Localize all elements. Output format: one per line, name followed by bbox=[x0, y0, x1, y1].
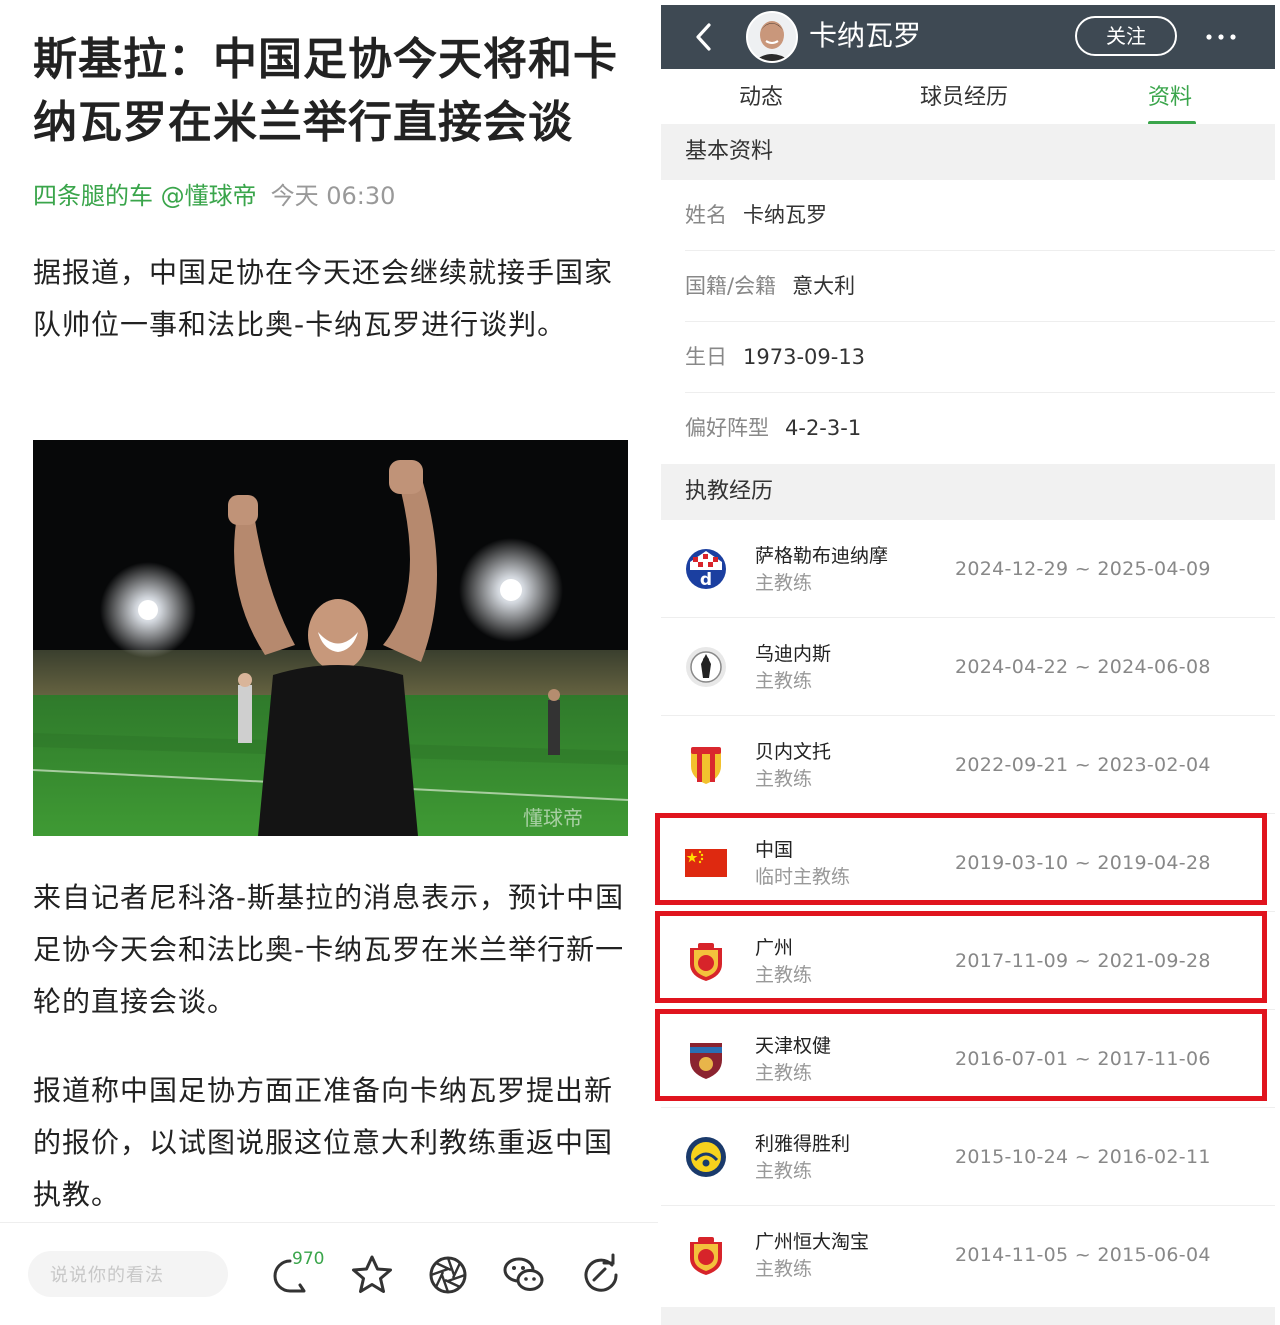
career-team: 乌迪内斯 bbox=[755, 643, 832, 665]
repost-icon[interactable] bbox=[578, 1253, 622, 1297]
avatar[interactable] bbox=[746, 11, 798, 63]
section-header-coaching-history: 执教经历 bbox=[661, 464, 1275, 520]
highlight-box-china bbox=[655, 813, 1267, 905]
star-icon[interactable] bbox=[350, 1253, 394, 1297]
comment-count: 970 bbox=[292, 1249, 325, 1269]
info-row-nationality: 国籍/会籍 意大利 bbox=[685, 251, 1275, 322]
article-author[interactable]: 四条腿的车 @懂球帝 bbox=[33, 182, 257, 210]
profile-tabs: 动态 球员经历 资料 bbox=[661, 69, 1275, 129]
profile-name: 卡纳瓦罗 bbox=[809, 19, 922, 52]
info-label: 生日 bbox=[685, 345, 727, 369]
highlight-box-tianjin bbox=[655, 1009, 1267, 1101]
info-label: 偏好阵型 bbox=[685, 416, 769, 440]
profile-header: 卡纳瓦罗 关注 bbox=[661, 5, 1275, 69]
article-title: 斯基拉：中国足协今天将和卡纳瓦罗在米兰举行直接会谈 bbox=[33, 34, 618, 148]
info-row-birthday: 生日 1973-09-13 bbox=[685, 322, 1275, 393]
career-role: 主教练 bbox=[755, 768, 813, 790]
info-value: 1973-09-13 bbox=[743, 345, 866, 369]
al-nassr-logo bbox=[686, 1137, 726, 1177]
tab-dynamics[interactable]: 动态 bbox=[739, 83, 783, 113]
tab-player-career[interactable]: 球员经历 bbox=[920, 83, 1008, 113]
career-row[interactable]: 利雅得胜利 主教练 2015-10-24 ~ 2016-02-11 bbox=[661, 1108, 1275, 1206]
info-value: 4-2-3-1 bbox=[785, 416, 862, 440]
career-row[interactable]: 乌迪内斯 主教练 2024-04-22 ~ 2024-06-08 bbox=[661, 618, 1275, 716]
career-row[interactable]: 广州恒大淘宝 主教练 2014-11-05 ~ 2015-06-04 bbox=[661, 1206, 1275, 1304]
article-paragraph: 报道称中国足协方面正准备向卡纳瓦罗提出新的报价，以试图说服这位意大利教练重返中国… bbox=[33, 1074, 614, 1211]
career-dates: 2024-04-22 ~ 2024-06-08 bbox=[955, 656, 1211, 678]
benevento-logo bbox=[691, 747, 721, 784]
article-bottom-bar: 说说你的看法 970 bbox=[0, 1222, 658, 1325]
guangzhou-evergrande-logo bbox=[690, 1237, 722, 1275]
article-time: 今天 06:30 bbox=[270, 182, 396, 210]
career-dates: 2024-12-29 ~ 2025-04-09 bbox=[955, 558, 1211, 580]
career-row[interactable]: 贝内文托 主教练 2022-09-21 ~ 2023-02-04 bbox=[661, 716, 1275, 814]
career-role: 主教练 bbox=[755, 572, 813, 594]
follow-button[interactable]: 关注 bbox=[1075, 16, 1177, 56]
career-role: 主教练 bbox=[755, 670, 813, 692]
career-role: 主教练 bbox=[755, 1160, 813, 1182]
info-row-formation: 偏好阵型 4-2-3-1 bbox=[685, 393, 1275, 464]
info-label: 国籍/会籍 bbox=[685, 274, 777, 298]
career-dates: 2015-10-24 ~ 2016-02-11 bbox=[955, 1146, 1211, 1168]
comment-input[interactable]: 说说你的看法 bbox=[28, 1251, 228, 1297]
career-row[interactable]: d 萨格勒布迪纳摩 主教练 2024-12-29 ~ 2025-04-09 bbox=[661, 520, 1275, 618]
career-team: 萨格勒布迪纳摩 bbox=[755, 545, 889, 567]
profile-bottom-strip bbox=[661, 1307, 1275, 1325]
udinese-logo bbox=[686, 647, 726, 687]
career-dates: 2022-09-21 ~ 2023-02-04 bbox=[955, 754, 1211, 776]
avatar-image bbox=[748, 13, 796, 61]
career-dates: 2014-11-05 ~ 2015-06-04 bbox=[955, 1244, 1211, 1266]
share-icon[interactable] bbox=[426, 1253, 470, 1297]
photo-watermark: 懂球帝 bbox=[523, 806, 583, 830]
career-role: 主教练 bbox=[755, 1258, 813, 1280]
article-panel: 斯基拉：中国足协今天将和卡纳瓦罗在米兰举行直接会谈 四条腿的车 @懂球帝 今天 0… bbox=[0, 0, 658, 1325]
info-value: 卡纳瓦罗 bbox=[743, 203, 827, 227]
wechat-icon[interactable] bbox=[502, 1253, 546, 1297]
career-team: 利雅得胜利 bbox=[755, 1133, 851, 1155]
article-photo[interactable]: 懂球帝 bbox=[33, 440, 628, 836]
comment-placeholder: 说说你的看法 bbox=[50, 1265, 164, 1286]
stadium-photo: 懂球帝 bbox=[33, 440, 628, 836]
career-team: 广州恒大淘宝 bbox=[755, 1231, 870, 1253]
article-meta: 四条腿的车 @懂球帝 今天 06:30 bbox=[33, 178, 395, 214]
highlight-box-guangzhou bbox=[655, 911, 1267, 1003]
article-paragraph: 来自记者尼科洛-斯基拉的消息表示，预计中国足协今天会和法比奥-卡纳瓦罗在米兰举行… bbox=[33, 881, 625, 1018]
article-paragraph: 据报道，中国足协在今天还会继续就接手国家队帅位一事和法比奥-卡纳瓦罗进行谈判。 bbox=[33, 256, 614, 341]
career-team: 贝内文托 bbox=[755, 741, 832, 763]
coach-profile-panel: 卡纳瓦罗 关注 动态 球员经历 资料 基本资料 姓名 卡纳瓦罗 国籍/会籍 意大利 … bbox=[655, 5, 1275, 1325]
svg-text:d: d bbox=[700, 570, 712, 590]
section-header-basic-info: 基本资料 bbox=[661, 124, 1275, 180]
info-row-name: 姓名 卡纳瓦罗 bbox=[685, 180, 1275, 251]
info-label: 姓名 bbox=[685, 203, 727, 227]
info-value: 意大利 bbox=[792, 274, 856, 298]
more-options-icon[interactable] bbox=[1201, 27, 1241, 47]
back-arrow-icon[interactable] bbox=[689, 19, 721, 55]
tab-profile-info[interactable]: 资料 bbox=[1148, 83, 1192, 113]
dinamo-zagreb-logo: d bbox=[686, 549, 726, 590]
